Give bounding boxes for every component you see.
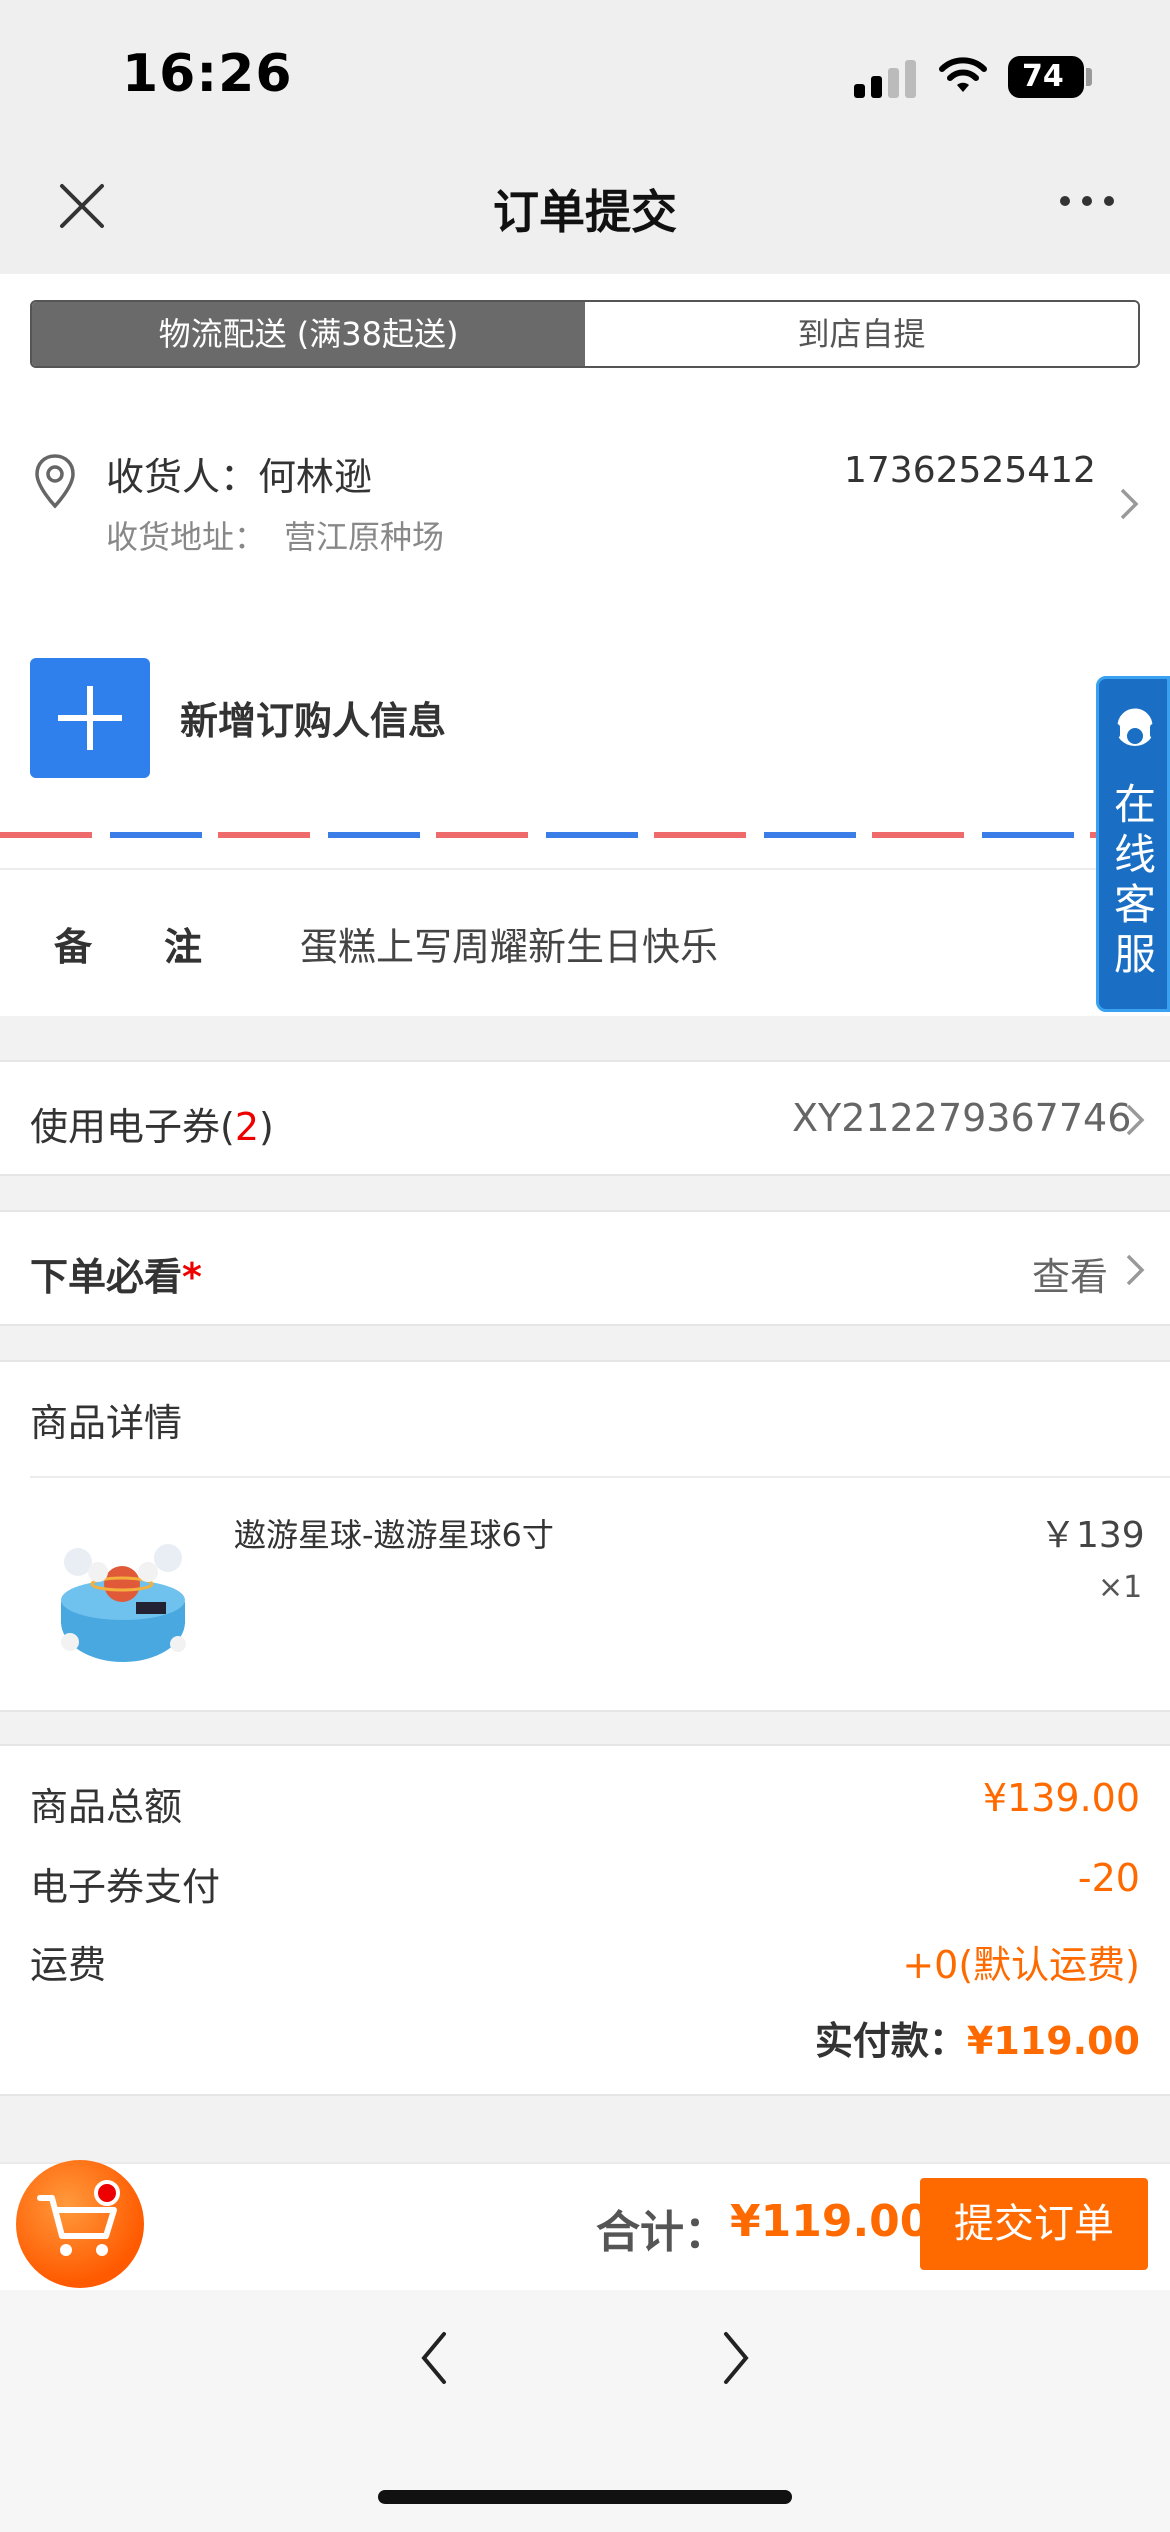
must-read-label: 下单必看* [30,1246,202,1301]
summary-value: -20 [1077,1856,1140,1900]
remark-colon: ： [170,925,209,969]
chevron-left-icon[interactable] [418,2330,450,2386]
remark-input[interactable]: 蛋糕上写周耀新生日快乐 [300,916,718,971]
coupon-label: 使用电子券(2) [30,1096,274,1151]
address-label: 收货地址： [106,518,267,556]
add-buyer-button[interactable] [30,658,150,778]
envelope-stripe [0,832,1100,838]
battery-cap [1086,68,1092,86]
required-star: * [182,1255,202,1299]
chevron-right-icon[interactable] [1118,486,1140,522]
remark-label: 备注 [54,925,275,969]
coupon-label-suffix: ) [259,1105,274,1149]
must-read-text: 下单必看 [30,1255,183,1299]
cart-badge [94,2180,120,2206]
summary-value: +0(默认运费) [902,1943,1140,1987]
order-card [0,274,1170,1016]
goods-price: ￥139 [1040,1515,1145,1556]
status-time: 16:26 [122,44,293,104]
summary-label: 电子券支付 [30,1865,221,1909]
chevron-right-icon[interactable] [1124,1252,1146,1288]
paid-label: 实付款： [814,2019,967,2063]
summary-value: ¥139.00 [982,1776,1140,1820]
total-label: 合计： [596,2207,728,2258]
goods-qty: ×1 [1098,1570,1143,1605]
tab-pickup[interactable]: 到店自提 [585,302,1138,366]
goods-title: 商品详情 [30,1401,183,1445]
receiver-phone[interactable]: 17362525412 [844,450,1096,491]
chevron-right-icon[interactable] [720,2330,752,2386]
address-value[interactable]: 营江原种场 [284,512,444,558]
coupon-label-text: 使用电子券( [30,1105,235,1149]
divider [0,868,1170,870]
online-service-label[interactable]: 在线客服 [1110,780,1160,980]
cake-image [61,1544,186,1662]
paid-value: ¥119.00 [966,2019,1140,2063]
coupon-count: 2 [234,1105,260,1149]
summary-label: 运费 [30,1943,107,1987]
paid-amount: 实付款：¥119.00 [815,2010,1140,2065]
page-title: 订单提交 [493,185,677,239]
more-icon[interactable] [1060,196,1114,216]
home-indicator[interactable] [378,2490,792,2504]
view-link[interactable]: 查看 [1032,1246,1108,1301]
chevron-right-icon[interactable] [1124,1102,1146,1138]
wifi-icon [939,57,987,92]
summary-label: 商品总额 [30,1785,183,1829]
delivery-tabs: 物流配送 (满38起送) 到店自提 [30,300,1140,368]
total-value: ¥119.00 [730,2196,931,2247]
coupon-code[interactable]: XY212279367746 [792,1096,1131,1140]
battery-icon: 74 [1008,56,1084,98]
divider [30,1476,1170,1478]
signal-icon [854,58,916,98]
goods-name[interactable]: 遨游星球-遨游星球6寸 [234,1510,554,1556]
tab-logistics[interactable]: 物流配送 (满38起送) [32,302,585,366]
headset-icon [1112,703,1158,746]
receiver-name[interactable]: 收货人：何林逊 [106,446,372,501]
add-buyer-label[interactable]: 新增订购人信息 [180,690,446,745]
submit-order-button[interactable]: 提交订单 [920,2178,1148,2270]
location-icon [35,454,75,509]
